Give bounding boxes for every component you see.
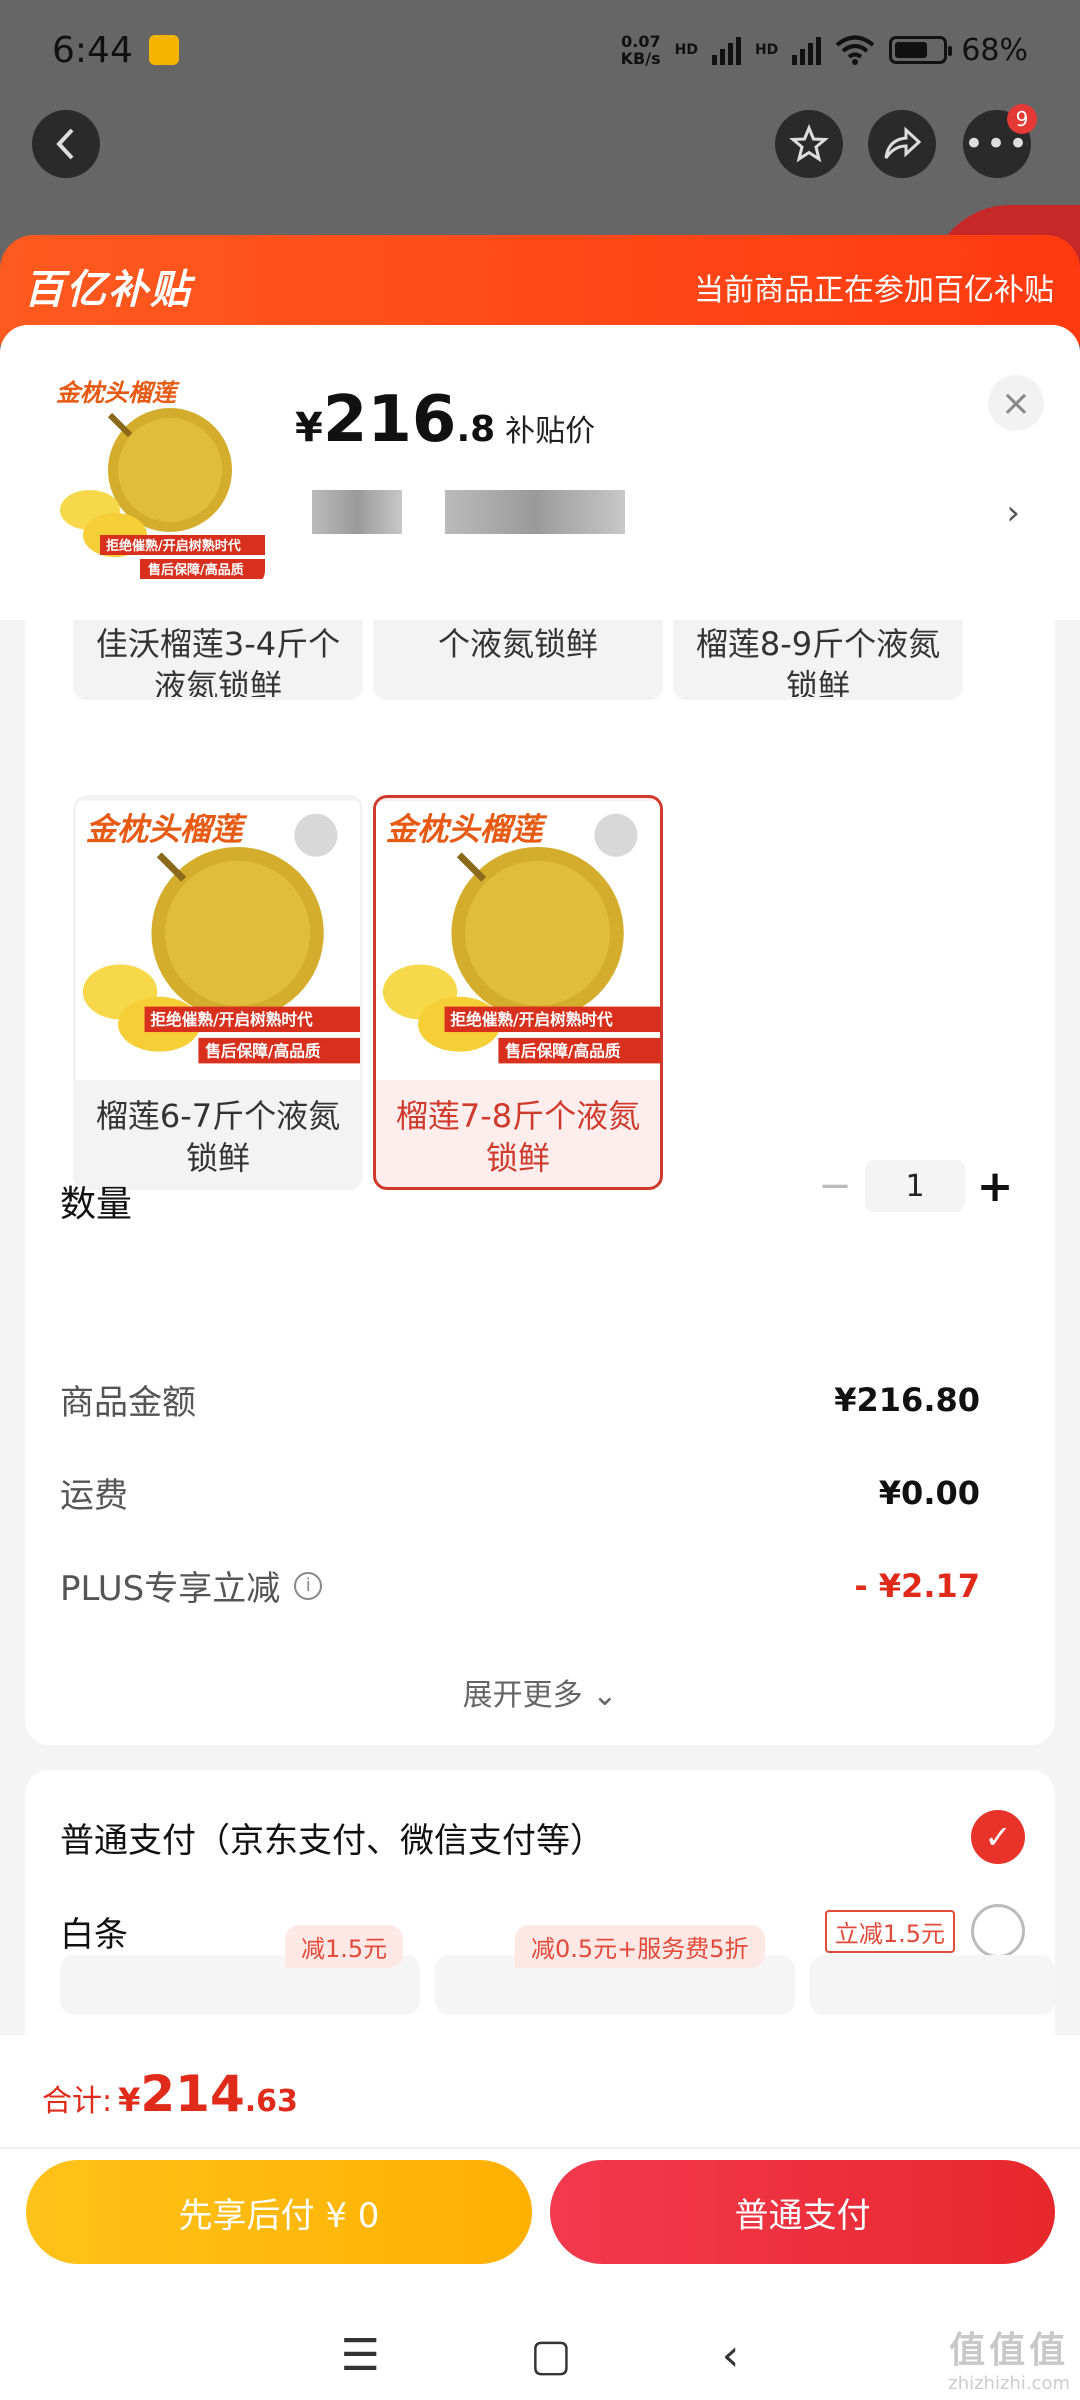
goods-amount-row: 商品金额 ¥216.80 xyxy=(60,1380,980,1424)
quantity-plus-button[interactable]: + xyxy=(965,1161,1025,1212)
svg-text:金枕头榴莲: 金枕头榴莲 xyxy=(56,379,180,407)
address-chevron-icon[interactable]: › xyxy=(1006,493,1020,533)
payment-normal-row[interactable]: 普通支付（京东支付、微信支付等） ✓ xyxy=(60,1810,1025,1864)
star-icon xyxy=(789,124,829,163)
signal-icon xyxy=(711,35,741,65)
quantity-stepper: − 1 + xyxy=(805,1160,1025,1212)
price-label: 补贴价 xyxy=(505,414,596,449)
quantity-minus-button[interactable]: − xyxy=(805,1163,865,1209)
svg-text:拒绝催熟/开启树熟时代: 拒绝催熟/开启树熟时代 xyxy=(106,538,241,554)
signal-icon-2 xyxy=(792,35,822,65)
svg-text:售后保障/高品质: 售后保障/高品质 xyxy=(505,1042,621,1061)
system-back-icon[interactable]: ‹ xyxy=(722,2330,740,2381)
close-icon: × xyxy=(1000,382,1032,424)
installment-chip-1: 减1.5元 xyxy=(285,1925,404,1968)
baitiao-radio[interactable] xyxy=(971,1904,1025,1958)
baitiao-promo-badge: 立减1.5元 xyxy=(824,1909,955,1953)
svg-text:拒绝催熟/开启树熟时代: 拒绝催熟/开启树熟时代 xyxy=(450,1010,613,1029)
close-button[interactable]: × xyxy=(988,375,1044,431)
product-price: ¥216.8 补贴价 xyxy=(295,383,596,457)
status-time: 6:44 xyxy=(52,29,133,71)
checkmark-icon[interactable]: ✓ xyxy=(971,1810,1025,1864)
durian-image: 金枕头榴莲 拒绝催熟/开启树熟时代 售后保障/高品质 xyxy=(50,375,265,585)
favorite-button[interactable] xyxy=(775,110,843,178)
watermark: 值值值 zhizhizhi.com xyxy=(948,2330,1070,2394)
svg-text:金枕头榴莲: 金枕头榴莲 xyxy=(86,812,248,848)
status-bar: 6:44 0.07 KB/s HD HD 68% xyxy=(52,29,1028,71)
info-icon[interactable]: i xyxy=(294,1571,323,1600)
spec-option-5[interactable]: 金枕头榴莲 拒绝催熟/开启树熟时代 售后保障/高品质 榴莲7-8斤个液氮锁鲜 xyxy=(373,795,663,1190)
divider xyxy=(0,2147,1080,2149)
wifi-icon xyxy=(836,35,875,65)
shipping-row: 运费 ¥0.00 xyxy=(60,1473,980,1517)
menu-icon[interactable]: ☰ xyxy=(341,2330,380,2381)
durian-image: 金枕头榴莲 拒绝催熟/开启树熟时代 售后保障/高品质 xyxy=(76,800,360,1081)
share-button[interactable] xyxy=(868,110,936,178)
redacted-text-2 xyxy=(445,490,625,534)
pay-later-button[interactable]: 先享后付 ¥ 0 xyxy=(26,2160,532,2264)
chevron-left-icon xyxy=(56,128,74,160)
redacted-text xyxy=(312,490,402,534)
sheet-header: 金枕头榴莲 拒绝催熟/开启树熟时代 售后保障/高品质 ¥216.8 补贴价 × › xyxy=(0,325,1080,620)
more-button[interactable]: ••• 9 xyxy=(963,104,1037,178)
system-nav: ☰ ▢ ‹ xyxy=(0,2315,1080,2395)
home-icon[interactable]: ▢ xyxy=(530,2330,572,2381)
spec-option-4[interactable]: 金枕头榴莲 拒绝催熟/开启树熟时代 售后保障/高品质 榴莲6-7斤个液氮锁鲜 xyxy=(73,795,363,1190)
installment-chip-2: 减0.5元+服务费5折 xyxy=(515,1925,765,1968)
durian-image: 金枕头榴莲 拒绝催熟/开启树熟时代 售后保障/高品质 xyxy=(376,800,660,1081)
checkout-bar: 合计: ¥ 214 .63 先享后付 ¥ 0 普通支付 ☰ ▢ ‹ 值值值 zh… xyxy=(0,2035,1080,2400)
battery-icon xyxy=(889,36,953,64)
expand-more-button[interactable]: 展开更多 ⌄ xyxy=(25,1670,1055,1714)
subsidy-logo: 百亿补贴 xyxy=(24,267,192,313)
price-summary: 商品金额 ¥216.80 运费 ¥0.00 PLUS专享立减 i - ¥2.17 … xyxy=(25,1335,1055,1745)
notification-icon xyxy=(148,35,179,65)
top-nav: ••• 9 xyxy=(0,104,1080,180)
normal-pay-button[interactable]: 普通支付 xyxy=(550,2160,1055,2264)
back-button[interactable] xyxy=(32,110,100,178)
quantity-label: 数量 xyxy=(60,1184,133,1225)
purchase-sheet: 金枕头榴莲 拒绝催熟/开启树熟时代 售后保障/高品质 ¥216.8 补贴价 × ›… xyxy=(0,325,1080,2035)
more-badge: 9 xyxy=(1007,104,1037,134)
network-speed: 0.07 KB/s xyxy=(620,32,661,68)
plus-discount-row: PLUS专享立减 i - ¥2.17 xyxy=(60,1566,980,1610)
share-icon xyxy=(884,126,922,159)
payment-methods: 普通支付（京东支付、微信支付等） ✓ 白条 立减1.5元 减1.5元 减0.5元… xyxy=(25,1770,1055,2035)
installment-option-3[interactable] xyxy=(810,1955,1055,2015)
quantity-input[interactable]: 1 xyxy=(865,1160,965,1212)
svg-text:金枕头榴莲: 金枕头榴莲 xyxy=(386,812,548,848)
svg-text:售后保障/高品质: 售后保障/高品质 xyxy=(205,1042,321,1061)
svg-text:拒绝催熟/开启树熟时代: 拒绝催熟/开启树熟时代 xyxy=(150,1010,313,1029)
svg-text:售后保障/高品质: 售后保障/高品质 xyxy=(148,562,244,578)
product-thumbnail[interactable]: 金枕头榴莲 拒绝催熟/开启树熟时代 售后保障/高品质 xyxy=(50,375,265,585)
total-price: 合计: ¥ 214 .63 xyxy=(42,2065,298,2123)
subsidy-tip: 当前商品正在参加百亿补贴 xyxy=(694,273,1054,308)
battery-percent: 68% xyxy=(961,32,1028,68)
